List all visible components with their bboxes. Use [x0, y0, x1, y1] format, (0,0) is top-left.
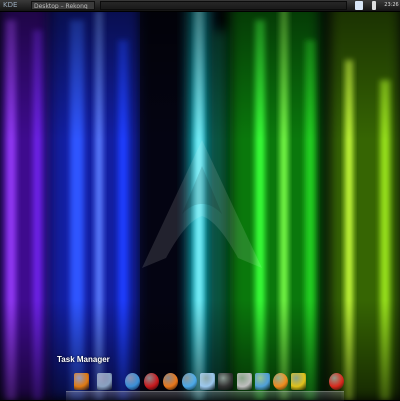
notifications-icon[interactable]	[355, 1, 363, 10]
clock[interactable]: 23:26	[383, 0, 400, 11]
taskbar-task-button[interactable]: Desktop – Rekonq	[31, 1, 95, 10]
task-manager-icon[interactable]	[74, 373, 89, 390]
image-viewer-icon[interactable]	[255, 373, 270, 390]
shutdown-icon[interactable]	[329, 373, 344, 390]
terminal-icon[interactable]	[97, 373, 112, 390]
firefox-icon[interactable]	[163, 373, 178, 390]
system-monitor-icon[interactable]	[218, 373, 233, 390]
dock-tooltip: Task Manager	[57, 355, 110, 364]
globe-icon[interactable]	[125, 373, 140, 390]
blender-icon[interactable]	[273, 373, 288, 390]
calculator-icon[interactable]	[237, 373, 252, 390]
taskbar-empty-area	[100, 1, 347, 10]
file-manager-icon[interactable]	[200, 373, 215, 390]
kde-menu-icon[interactable]: KDE	[3, 1, 21, 10]
volume-icon[interactable]	[372, 1, 376, 10]
desktop-wallpaper	[0, 0, 400, 400]
top-panel: KDE Desktop – Rekonq 23:26	[0, 0, 400, 12]
colors-icon[interactable]	[291, 373, 306, 390]
opera-icon[interactable]	[144, 373, 159, 390]
network-icon[interactable]	[182, 373, 197, 390]
